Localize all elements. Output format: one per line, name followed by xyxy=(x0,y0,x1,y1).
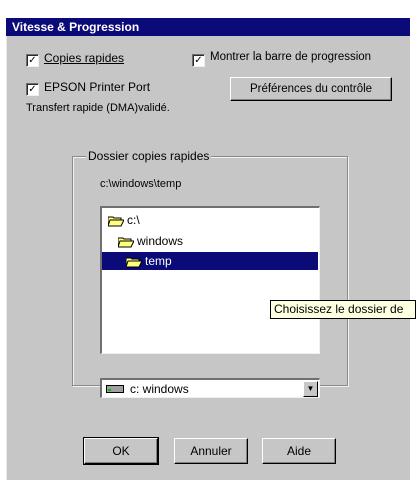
checkmark-icon: ✓ xyxy=(194,55,203,66)
checkmark-icon: ✓ xyxy=(28,55,37,66)
fast-copies-checkbox[interactable]: ✓ xyxy=(26,54,39,67)
show-progress-checkbox[interactable]: ✓ xyxy=(192,54,205,67)
open-folder-icon xyxy=(126,257,142,268)
dropdown-arrow-icon[interactable]: ▼ xyxy=(303,381,318,397)
tree-item[interactable]: windows xyxy=(116,232,183,250)
tree-item-label: temp xyxy=(145,254,172,268)
dma-status-text: Transfert rapide (DMA)validé. xyxy=(26,102,170,114)
tree-item-selected[interactable]: temp xyxy=(102,252,318,270)
drive-icon xyxy=(106,385,124,393)
tree-item[interactable]: c:\ xyxy=(106,211,140,229)
current-path-text: c:\windows\temp xyxy=(100,178,182,190)
tree-item-label: windows xyxy=(137,234,184,248)
drive-select[interactable]: c: windows ▼ xyxy=(100,378,320,398)
tooltip: Choisissez le dossier de xyxy=(270,300,416,319)
checkmark-icon: ✓ xyxy=(28,84,37,95)
open-folder-icon xyxy=(108,216,124,227)
monitor-preferences-button[interactable]: Préférences du contrôle xyxy=(230,77,392,101)
epson-port-label[interactable]: EPSON Printer Port xyxy=(44,80,150,94)
dialog-title: Vitesse & Progression xyxy=(6,18,410,36)
drive-select-value: c: windows xyxy=(130,382,189,396)
ok-button[interactable]: OK xyxy=(83,437,159,465)
epson-port-checkbox[interactable]: ✓ xyxy=(26,83,39,96)
tree-item-label: c:\ xyxy=(127,213,140,227)
group-legend: Dossier copies rapides xyxy=(86,149,212,163)
cancel-button[interactable]: Annuler xyxy=(174,438,248,464)
folder-tree-list[interactable]: c:\ windows temp xyxy=(100,206,320,354)
show-progress-label[interactable]: Montrer la barre de progression xyxy=(210,51,371,63)
help-button[interactable]: Aide xyxy=(262,438,336,464)
open-folder-icon xyxy=(118,237,134,248)
fast-copies-label[interactable]: Copies rapides xyxy=(44,51,124,65)
